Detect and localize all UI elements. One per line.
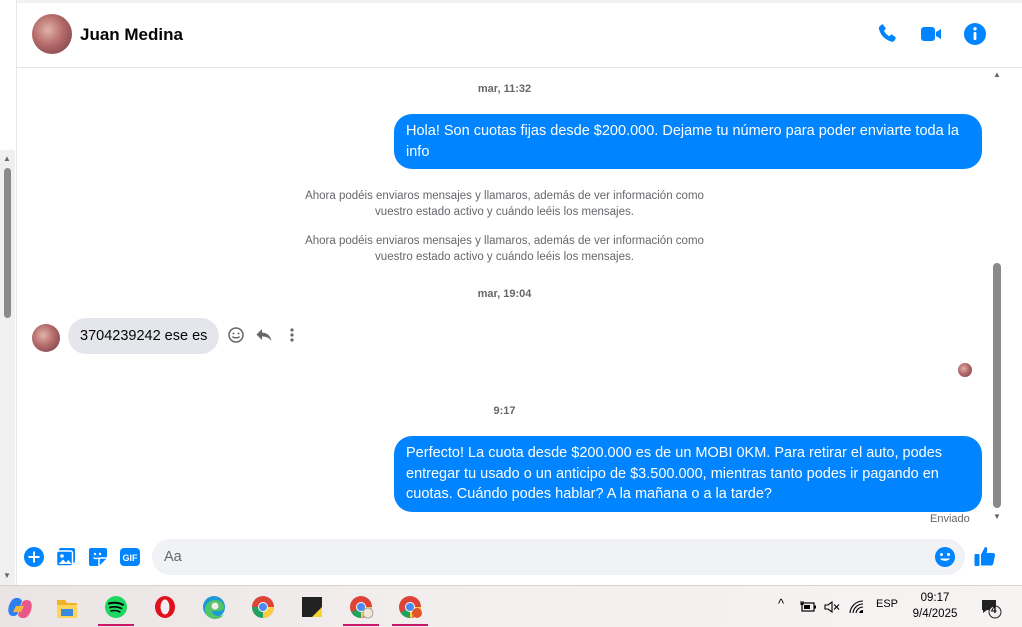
more-options-icon[interactable] xyxy=(283,326,301,344)
scroll-down-arrow-icon[interactable]: ▼ xyxy=(3,571,11,580)
chat-scrollbar[interactable]: ▲ ▼ xyxy=(989,68,1005,528)
phone-call-icon[interactable] xyxy=(875,22,899,46)
file-explorer-icon[interactable] xyxy=(49,592,85,624)
sticky-notes-icon[interactable] xyxy=(294,592,330,624)
sticker-icon[interactable] xyxy=(87,546,109,568)
notification-count-badge: 4 xyxy=(991,605,997,616)
clock-time: 09:17 xyxy=(920,592,950,604)
system-clock[interactable]: 09:17 9/4/2025 xyxy=(905,590,965,622)
copilot-icon[interactable] xyxy=(2,592,38,624)
message-thread[interactable]: mar, 11:32 Hola! Son cuotas fijas desde … xyxy=(17,68,992,531)
outgoing-message[interactable]: Perfecto! La cuota desde $200.000 es de … xyxy=(394,436,982,512)
info-icon[interactable] xyxy=(963,22,987,46)
speaker-muted-icon[interactable] xyxy=(824,600,840,614)
react-emoji-icon[interactable] xyxy=(227,326,245,344)
scroll-up-arrow-icon[interactable]: ▲ xyxy=(3,154,11,163)
chrome-icon xyxy=(399,596,422,618)
active-app-indicator xyxy=(98,624,134,626)
system-notice-line: Ahora podéis enviaros mensajes y llamaro… xyxy=(305,190,704,202)
clock-date: 9/4/2025 xyxy=(912,608,958,620)
wifi-icon[interactable] xyxy=(849,600,865,614)
contact-name[interactable]: Juan Medina xyxy=(80,25,183,45)
page-scrollbar-thumb[interactable] xyxy=(4,168,11,318)
chevron-up-icon[interactable]: ^ xyxy=(778,596,784,611)
header-top-strip xyxy=(17,0,1022,3)
active-app-indicator xyxy=(343,624,379,626)
opera-icon[interactable] xyxy=(147,592,183,624)
system-notice-line: vuestro estado activo y cuándo leéis los… xyxy=(375,251,634,263)
sender-avatar[interactable] xyxy=(32,324,60,352)
system-notice-line: vuestro estado activo y cuándo leéis los… xyxy=(375,206,634,218)
windows-taskbar: ^ ESP 09:17 9/4/2025 4 xyxy=(0,585,1022,627)
spotify-app[interactable] xyxy=(98,592,134,626)
system-notice-line: Ahora podéis enviaros mensajes y llamaro… xyxy=(305,235,704,247)
emoji-icon[interactable] xyxy=(934,546,956,568)
chrome-profile-window[interactable] xyxy=(343,592,379,626)
contact-avatar[interactable] xyxy=(32,14,72,54)
photo-icon[interactable] xyxy=(55,546,77,568)
message-input[interactable]: Aa xyxy=(152,539,965,575)
outgoing-message[interactable]: Hola! Son cuotas fijas desde $200.000. D… xyxy=(394,114,982,169)
battery-plug-icon[interactable] xyxy=(800,600,818,614)
timestamp: mar, 19:04 xyxy=(477,288,532,300)
like-thumbs-up-icon[interactable] xyxy=(973,544,997,568)
language-indicator[interactable]: ESP xyxy=(876,598,898,610)
message-status: Enviado xyxy=(930,513,970,525)
chrome-profile-window[interactable] xyxy=(392,592,428,626)
conversation-header: Juan Medina xyxy=(17,0,1022,68)
chrome-icon xyxy=(350,596,374,619)
incoming-message[interactable]: 3704239242 ese es xyxy=(68,318,220,354)
scroll-up-arrow-icon[interactable]: ▲ xyxy=(993,70,1001,79)
reply-icon[interactable] xyxy=(255,326,273,344)
timestamp: mar, 11:32 xyxy=(477,83,532,95)
video-call-icon[interactable] xyxy=(919,22,943,46)
page-scrollbar[interactable]: ▲ ▼ xyxy=(0,150,15,585)
scroll-down-arrow-icon[interactable]: ▼ xyxy=(993,512,1001,521)
active-app-indicator xyxy=(392,624,428,626)
message-composer: GIF Aa xyxy=(17,531,1022,585)
chat-scrollbar-thumb[interactable] xyxy=(993,263,1001,508)
system-notice: Ahora podéis enviaros mensajes y llamaro… xyxy=(17,188,992,220)
svg-text:GIF: GIF xyxy=(123,553,139,563)
timestamp: 9:17 xyxy=(493,405,516,417)
system-notice: Ahora podéis enviaros mensajes y llamaro… xyxy=(17,233,992,265)
spotify-icon xyxy=(105,596,127,618)
chrome-icon[interactable] xyxy=(245,592,281,624)
seen-receipt-avatar xyxy=(958,363,972,377)
gif-icon[interactable]: GIF xyxy=(119,546,141,568)
edge-icon[interactable] xyxy=(196,592,232,624)
plus-icon[interactable] xyxy=(23,546,45,568)
